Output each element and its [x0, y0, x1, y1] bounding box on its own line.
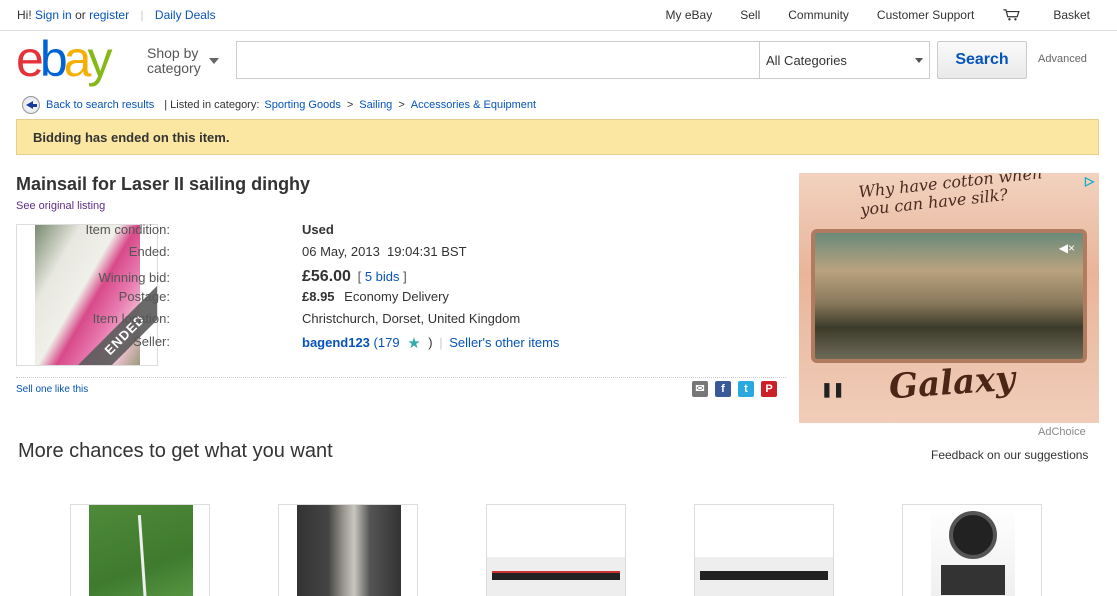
- category-select[interactable]: All Categories: [760, 42, 929, 78]
- breadcrumb-separator: >: [398, 99, 405, 111]
- mute-icon[interactable]: ◀×: [1059, 241, 1075, 255]
- advanced-search-link[interactable]: Advanced: [1038, 53, 1087, 65]
- suggestion-card[interactable]: [486, 504, 626, 596]
- register-link[interactable]: register: [89, 8, 129, 22]
- bids-open: [: [357, 269, 362, 284]
- back-to-search-link[interactable]: Back to search results: [46, 99, 154, 111]
- category-value: All Categories: [766, 53, 847, 68]
- bids-close: ]: [403, 269, 407, 284]
- basket-label: Basket: [1053, 8, 1090, 22]
- suggestion-card[interactable]: [902, 504, 1042, 596]
- suggestion-card[interactable]: [694, 504, 834, 596]
- basket-link[interactable]: Basket: [1002, 8, 1090, 22]
- community-link[interactable]: Community: [788, 8, 849, 22]
- email-icon[interactable]: ✉: [692, 381, 708, 397]
- facebook-icon[interactable]: f: [715, 381, 731, 397]
- shop-by-category-button[interactable]: Shop by category: [147, 45, 219, 76]
- pinterest-icon[interactable]: P: [761, 381, 777, 397]
- logo-b: b: [39, 31, 68, 87]
- suggestion-image: [297, 505, 401, 596]
- sell-one-like-this-link[interactable]: Sell one like this: [16, 384, 88, 395]
- suggestion-image: [89, 505, 193, 596]
- suggestion-image: [695, 557, 833, 596]
- feedback-close: ): [428, 335, 433, 350]
- share-icons: ✉ f t P: [692, 381, 777, 397]
- search-input[interactable]: [237, 42, 760, 78]
- condition-label: Item condition:: [85, 222, 170, 237]
- listed-in-label: | Listed in category:: [164, 99, 260, 111]
- feedback-suggestions-link[interactable]: Feedback on our suggestions: [931, 448, 1088, 462]
- divider: [16, 377, 786, 378]
- seller-label: Seller:: [133, 334, 170, 349]
- feedback-score-link[interactable]: (179: [374, 335, 400, 350]
- postage-label: Postage:: [118, 289, 170, 304]
- item-title: Mainsail for Laser II sailing dinghy: [16, 174, 311, 194]
- chevron-down-icon: [209, 58, 219, 64]
- top-nav: My eBay Sell Community Customer Support …: [638, 8, 1090, 22]
- sellers-other-items-link[interactable]: Seller's other items: [449, 335, 559, 350]
- top-bar: Hi! Sign in or register | Daily Deals My…: [0, 0, 1117, 31]
- seller-group: bagend123 (179 ★ ) | Seller's other item…: [302, 334, 559, 352]
- customer-support-link[interactable]: Customer Support: [877, 8, 974, 22]
- breadcrumb-accessories[interactable]: Accessories & Equipment: [411, 99, 536, 111]
- postage-price: £8.95: [302, 289, 335, 304]
- my-ebay-link[interactable]: My eBay: [666, 8, 713, 22]
- ad-video[interactable]: ◀×: [811, 229, 1087, 363]
- sign-in-link[interactable]: Sign in: [35, 8, 72, 22]
- suggestion-card[interactable]: [70, 504, 210, 596]
- ebay-logo[interactable]: ebay: [16, 31, 112, 87]
- suggestion-image: [487, 557, 625, 596]
- breadcrumb-separator: >: [346, 99, 354, 111]
- location-value: Christchurch, Dorset, United Kingdom: [302, 311, 521, 326]
- dropdown-arrow-icon: [915, 58, 923, 63]
- logo-y: y: [87, 31, 112, 87]
- logo-a: a: [63, 31, 92, 87]
- seller-name-link[interactable]: bagend123: [302, 335, 370, 350]
- winning-bid-value: £56.00: [302, 268, 351, 285]
- back-arrow-icon[interactable]: [22, 96, 40, 114]
- twitter-icon[interactable]: t: [738, 381, 754, 397]
- suggestion-card[interactable]: [278, 504, 418, 596]
- search-bar: All Categories: [236, 41, 930, 79]
- shop-by-line2: category: [147, 60, 201, 76]
- breadcrumb-sporting-goods[interactable]: Sporting Goods: [264, 99, 340, 111]
- ended-label: Ended:: [128, 244, 170, 259]
- adchoices-icon[interactable]: ▷: [1085, 174, 1099, 188]
- separator: |: [439, 335, 443, 350]
- see-original-listing-link[interactable]: See original listing: [16, 200, 105, 212]
- galaxy-ad[interactable]: Why have cotton when you can have silk? …: [799, 173, 1099, 423]
- breadcrumb-sailing[interactable]: Sailing: [359, 99, 392, 111]
- winning-bid-label: Winning bid:: [98, 270, 170, 285]
- ad-brand: Galaxy: [887, 358, 1017, 408]
- separator: |: [140, 8, 144, 22]
- shop-by-line1: Shop by: [147, 45, 199, 61]
- location-label: Item location:: [92, 311, 170, 326]
- winning-bid-group: £56.00 [ 5 bids ]: [302, 268, 407, 286]
- logo-e: e: [16, 31, 44, 87]
- ad-slogan: Why have cotton when you can have silk?: [857, 173, 1044, 220]
- greeting-text: Hi!: [17, 8, 32, 22]
- or-text: or: [75, 8, 86, 22]
- sell-link[interactable]: Sell: [740, 8, 760, 22]
- postage-type: Economy Delivery: [344, 289, 449, 304]
- daily-deals-link[interactable]: Daily Deals: [155, 8, 216, 22]
- bids-link[interactable]: 5 bids: [365, 269, 400, 284]
- search-button[interactable]: Search: [937, 41, 1027, 79]
- basket-icon: [1003, 9, 1021, 21]
- more-chances-heading: More chances to get what you want: [18, 440, 333, 462]
- star-icon: ★: [407, 335, 421, 352]
- postage-group: £8.95 Economy Delivery: [302, 289, 449, 304]
- greeting-area: Hi! Sign in or register | Daily Deals: [17, 8, 216, 22]
- adchoice-link[interactable]: AdChoice: [1038, 426, 1086, 438]
- bidding-ended-notice: Bidding has ended on this item.: [16, 119, 1099, 155]
- breadcrumb: Back to search results | Listed in categ…: [22, 96, 536, 114]
- suggestion-image: [931, 505, 1015, 596]
- pause-icon[interactable]: ❚❚: [821, 381, 844, 398]
- condition-value: Used: [302, 222, 334, 237]
- ended-value: 06 May, 2013 19:04:31 BST: [302, 244, 467, 259]
